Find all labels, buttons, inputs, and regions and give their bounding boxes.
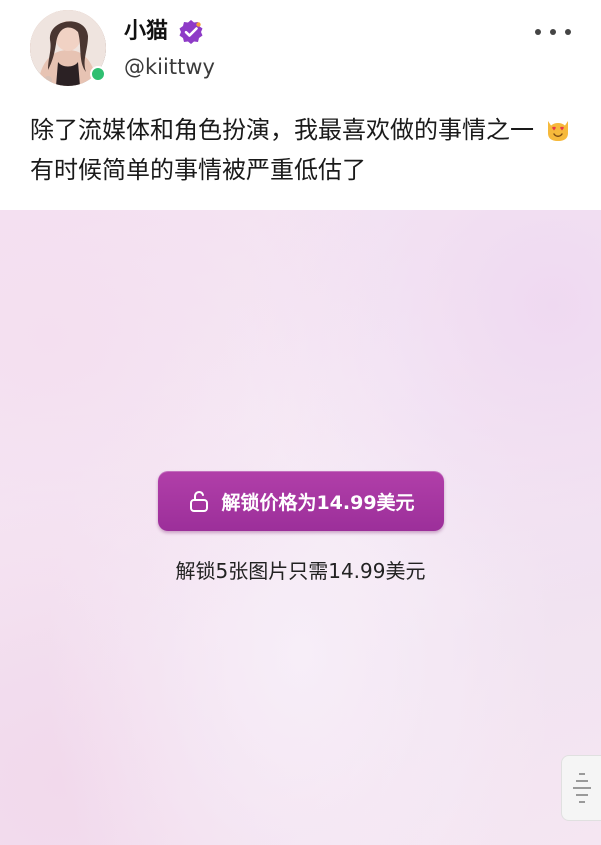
post-page: 小猫 @kiittwy 除了流媒体和角色扮演，我最喜欢做的事情之一 有时候简单的… <box>0 0 601 845</box>
post-text-line1: 除了流媒体和角色扮演，我最喜欢做的事情之一 <box>30 116 534 144</box>
post-line-1: 除了流媒体和角色扮演，我最喜欢做的事情之一 <box>30 110 590 150</box>
unlock-icon <box>190 490 209 512</box>
post-body: 除了流媒体和角色扮演，我最喜欢做的事情之一 有时候简单的事情被严重低估了 <box>30 110 590 190</box>
post-line-2: 有时候简单的事情被严重低估了 <box>30 156 366 184</box>
online-status-dot <box>90 66 106 82</box>
verified-badge-icon <box>179 20 203 44</box>
unlock-description: 解锁5张图片只需14.99美元 <box>175 559 426 583</box>
user-handle[interactable]: @kiittwy <box>124 54 215 80</box>
unlock-price-button[interactable]: 解锁价格为14.99美元 <box>158 471 444 531</box>
more-options-button[interactable] <box>535 22 571 42</box>
smiling-cat-heart-eyes-emoji <box>547 121 568 141</box>
more-horizontal-icon <box>535 29 541 35</box>
display-name[interactable]: 小猫 <box>124 18 168 46</box>
unlock-button-label: 解锁价格为14.99美元 <box>221 491 415 514</box>
post-header: 小猫 @kiittwy <box>0 0 601 100</box>
scroll-handle[interactable] <box>561 755 601 821</box>
